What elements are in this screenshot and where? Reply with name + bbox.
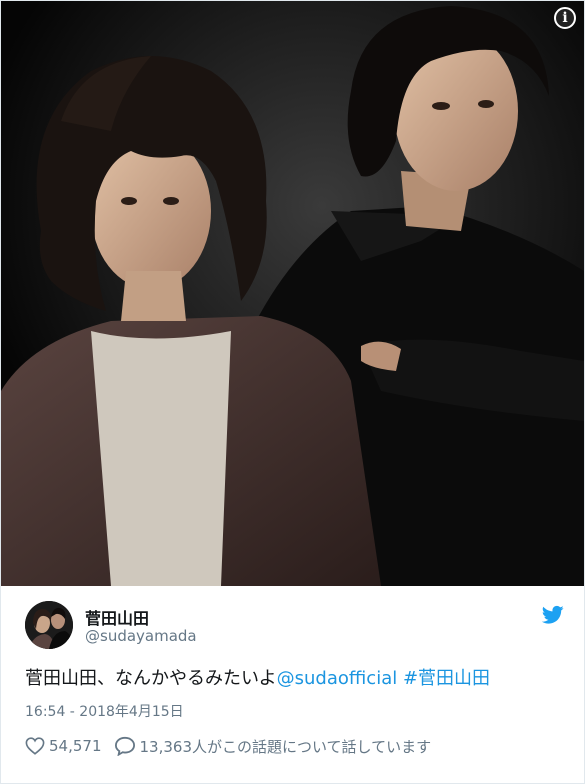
tweet-text: 菅田山田、なんかやるみたいよ@sudaofficial #菅田山田: [25, 666, 566, 692]
mention-link[interactable]: @sudaofficial: [277, 668, 398, 689]
tweet-header: 菅田山田 @sudayamada: [25, 601, 564, 651]
info-icon-glyph: i: [562, 10, 568, 26]
tweet-body: 菅田山田、なんかやるみたいよ: [25, 668, 277, 689]
tweet-actions: 54,571 13,363人がこの話題について話しています: [25, 734, 566, 758]
tweet-photo[interactable]: i: [1, 1, 584, 586]
photo-illustration: [1, 1, 584, 586]
speech-bubble-icon: [114, 736, 135, 756]
twitter-bird-icon[interactable]: [542, 605, 564, 625]
hashtag-link[interactable]: #菅田山田: [403, 668, 490, 689]
heart-icon: [25, 737, 45, 755]
avatar[interactable]: [25, 601, 73, 649]
tweet-timestamp[interactable]: 16:54 - 2018年4月15日: [25, 701, 184, 721]
tweet-card: i 菅田山田 @sudayamada 菅田山田、なんかやるみたいよ@sudaof…: [0, 0, 585, 784]
display-name[interactable]: 菅田山田: [85, 605, 149, 629]
info-icon[interactable]: i: [554, 7, 576, 29]
avatar-image: [25, 601, 73, 649]
user-handle[interactable]: @sudayamada: [85, 627, 197, 645]
like-count: 54,571: [49, 737, 102, 755]
conversation-text: 13,363人がこの話題について話しています: [139, 737, 432, 756]
like-button[interactable]: 54,571: [25, 737, 102, 755]
conversation-button[interactable]: 13,363人がこの話題について話しています: [114, 736, 432, 757]
